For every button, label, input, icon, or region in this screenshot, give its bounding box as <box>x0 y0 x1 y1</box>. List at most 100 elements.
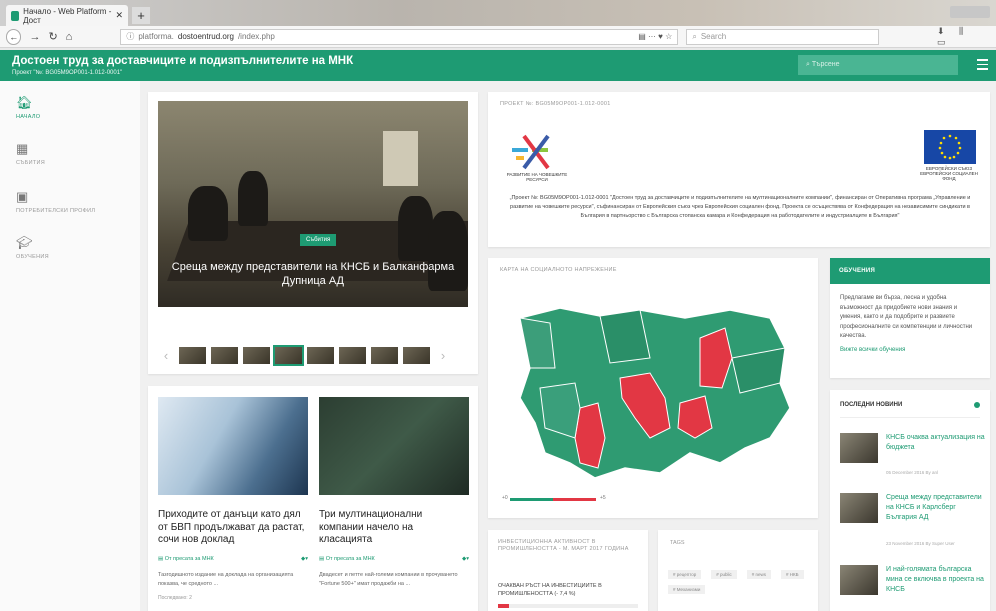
slide-thumbnail[interactable] <box>211 346 238 364</box>
eu-stars <box>938 134 962 160</box>
bulgaria-map[interactable] <box>500 288 800 488</box>
share-icon[interactable]: ◆▾ <box>462 556 469 562</box>
article-views: Последвано: 2 <box>158 594 192 601</box>
article-title[interactable]: Три мултинационални компании начело на к… <box>319 509 469 547</box>
legend-min: +0 <box>502 495 508 501</box>
page-actions-icon[interactable]: ▤ ··· ♥ ☆ <box>638 32 672 41</box>
slide-photo-window <box>383 131 418 186</box>
news-item-date: 23 November 2016 By Super User <box>886 541 955 546</box>
article-image[interactable] <box>158 397 308 495</box>
chevron-right-icon[interactable]: › <box>435 348 451 363</box>
site-title[interactable]: Достоен труд за доставчиците и подизпълн… <box>12 55 353 67</box>
sidebar-item-events[interactable]: ▦ СЪБИТИЯ <box>16 141 136 166</box>
slide-thumbnail-selected[interactable] <box>273 344 304 366</box>
toolbar-icons[interactable]: ⬇ ⫼ ▭ <box>937 26 990 48</box>
nav-bar: ← → ↻ ⌂ ⓘ platforma. dostoentrud.org/inde… <box>0 26 996 48</box>
article-category[interactable]: ▤ От пресата за МНК <box>319 556 375 562</box>
news-thumbnail[interactable] <box>840 493 878 523</box>
browser-tab[interactable]: Начало - Web Platform - Дост ✕ <box>6 5 128 26</box>
project-title: ПРОЕКТ №: BG05M9OP001-1.012-0001 <box>500 101 611 107</box>
graduation-cap-icon: 🎓︎ <box>16 235 33 250</box>
news-thumbnail[interactable] <box>840 565 878 595</box>
home-button-icon[interactable]: ⌂ <box>66 31 73 43</box>
featured-slider: Събития Среща между представители на КНС… <box>148 92 478 374</box>
status-dot-icon <box>974 402 980 408</box>
map-region[interactable] <box>519 317 556 369</box>
back-button[interactable]: ← <box>6 28 22 45</box>
eu-logo-text: ЕВРОПЕЙСКИ СЪЮЗ ЕВРОПЕЙСКИ СОЦИАЛЕН ФОНД <box>920 166 978 181</box>
sidebar-item-home[interactable]: 🏠︎ НАЧАЛО <box>16 95 136 120</box>
url-domain: dostoentrud.org <box>177 32 234 41</box>
chevron-left-icon[interactable]: ‹ <box>158 348 174 363</box>
slide-photo-person <box>238 171 268 226</box>
investment-activity-card: ИНВЕСТИЦИОННА АКТИВНОСТ В ПРОМИШЛЕНОСТТА… <box>488 530 648 611</box>
profile-icon: ▣ <box>16 189 29 204</box>
favicon-icon <box>11 10 20 21</box>
slider-thumbnails: ‹ › <box>158 344 468 366</box>
browser-chrome: Начало - Web Platform - Дост ✕ + ← → ↻ ⌂… <box>0 0 996 54</box>
sidebar-item-trainings[interactable]: 🎓︎ ОБУЧЕНИЯ <box>16 235 136 260</box>
forward-icon[interactable]: → <box>29 31 40 43</box>
tag-item[interactable]: # рецептор <box>668 570 702 579</box>
share-icon[interactable]: ◆▾ <box>301 556 308 562</box>
hrd-logo-text: РАЗВИТИЕ НА ЧОВЕШКИТЕ РЕСУРСИ <box>506 172 568 182</box>
url-bar[interactable]: ⓘ platforma. dostoentrud.org/index.php ▤ … <box>120 28 679 45</box>
close-tab-icon[interactable]: ✕ <box>115 10 123 21</box>
article-excerpt: Двадесет и петте най-големи компании в п… <box>319 571 458 587</box>
search-icon: ⌕ <box>692 31 697 41</box>
investment-title: ИНВЕСТИЦИОННА АКТИВНОСТ В ПРОМИШЛЕНОСТТА… <box>498 539 629 552</box>
article-category-label: От пресата за МНК <box>164 555 214 562</box>
social-tension-map-card: КАРТА НА СОЦИАЛНОТО НАПРЕЖЕНИЕ +0 +5 <box>488 258 818 518</box>
site-subtitle: Проект "№: BG05M9OP001-1.012-0001" <box>12 70 123 76</box>
slide-image[interactable]: Събития Среща между представители на КНС… <box>158 101 468 307</box>
article-item[interactable]: Приходите от данъци като дял от БВП прод… <box>158 397 308 601</box>
calendar-icon: ▦ <box>16 141 29 156</box>
article-item[interactable]: Три мултинационални компании начело на к… <box>319 397 469 589</box>
sidebar-item-label: ОБУЧЕНИЯ <box>16 254 49 260</box>
training-title: ОБУЧЕНИЯ <box>830 258 990 284</box>
slide-thumbnail[interactable] <box>307 346 334 364</box>
slide-thumbnail[interactable] <box>339 346 366 364</box>
all-trainings-link[interactable]: Вижте всички обучения <box>830 342 990 358</box>
site-search-placeholder: Търсене <box>811 61 840 68</box>
investment-subtitle: ОЧАКВАН РЪСТ НА ИНВЕСТИЦИИТЕ В ПРОМИШЛЕН… <box>498 583 602 597</box>
tag-item[interactable]: # public <box>711 570 737 579</box>
slide-caption[interactable]: Среща между представители на КНСБ и Балк… <box>168 260 458 288</box>
slide-thumbnail[interactable] <box>179 346 206 364</box>
slide-category-badge[interactable]: Събития <box>300 234 337 246</box>
sidebar-item-label: СЪБИТИЯ <box>16 160 46 166</box>
article-meta: ▤ От пресата за МНК ◆▾ <box>158 556 308 562</box>
legend-bar <box>510 498 596 501</box>
slide-thumbnail[interactable] <box>403 346 430 364</box>
home-icon: 🏠︎ <box>16 95 33 110</box>
article-title[interactable]: Приходите от данъци като дял от БВП прод… <box>158 509 308 547</box>
browser-search-input[interactable]: ⌕ Search <box>686 28 879 45</box>
news-item-date: 05 December 2016 By anl <box>886 470 939 475</box>
tag-list: # рецептор # public # news # НКБ # Механ… <box>668 570 813 594</box>
tag-item[interactable]: # Механизми <box>668 585 706 594</box>
article-category-label: От пресата за МНК <box>325 555 375 562</box>
article-category[interactable]: ▤ От пресата за МНК <box>158 556 214 562</box>
article-meta: ▤ От пресата за МНК ◆▾ <box>319 556 469 562</box>
site-search-input[interactable]: ⌕ Търсене <box>798 55 958 75</box>
slide-thumbnail[interactable] <box>371 346 398 364</box>
tag-item[interactable]: # news <box>746 570 772 579</box>
tag-item[interactable]: # НКБ <box>781 570 804 579</box>
menu-icon[interactable] <box>977 59 988 73</box>
news-thumbnail[interactable] <box>840 433 878 463</box>
reload-icon[interactable]: ↻ <box>48 30 57 43</box>
site-header: Достоен труд за доставчиците и подизпълн… <box>0 50 996 81</box>
sidebar-item-profile[interactable]: ▣ ПОТРЕБИТЕЛСКИ ПРОФИЛ <box>16 189 136 214</box>
investment-progress-fill <box>498 604 510 608</box>
article-image[interactable] <box>319 397 469 495</box>
news-item-title[interactable]: И най-голямата българска мина се включва… <box>886 565 986 595</box>
url-prefix: platforma. <box>138 32 174 41</box>
search-placeholder: Search <box>700 32 727 41</box>
news-item-title[interactable]: КНСБ очаква актуализация на бюджета <box>886 433 986 453</box>
legend-max: +5 <box>600 495 606 501</box>
slide-thumbnail[interactable] <box>243 346 270 364</box>
new-tab-button[interactable]: + <box>132 7 150 24</box>
window-controls[interactable] <box>950 6 990 18</box>
news-item-title[interactable]: Среща между представители на КНСБ и Карл… <box>886 493 986 523</box>
sidebar-item-label: ПОТРЕБИТЕЛСКИ ПРОФИЛ <box>16 208 96 214</box>
